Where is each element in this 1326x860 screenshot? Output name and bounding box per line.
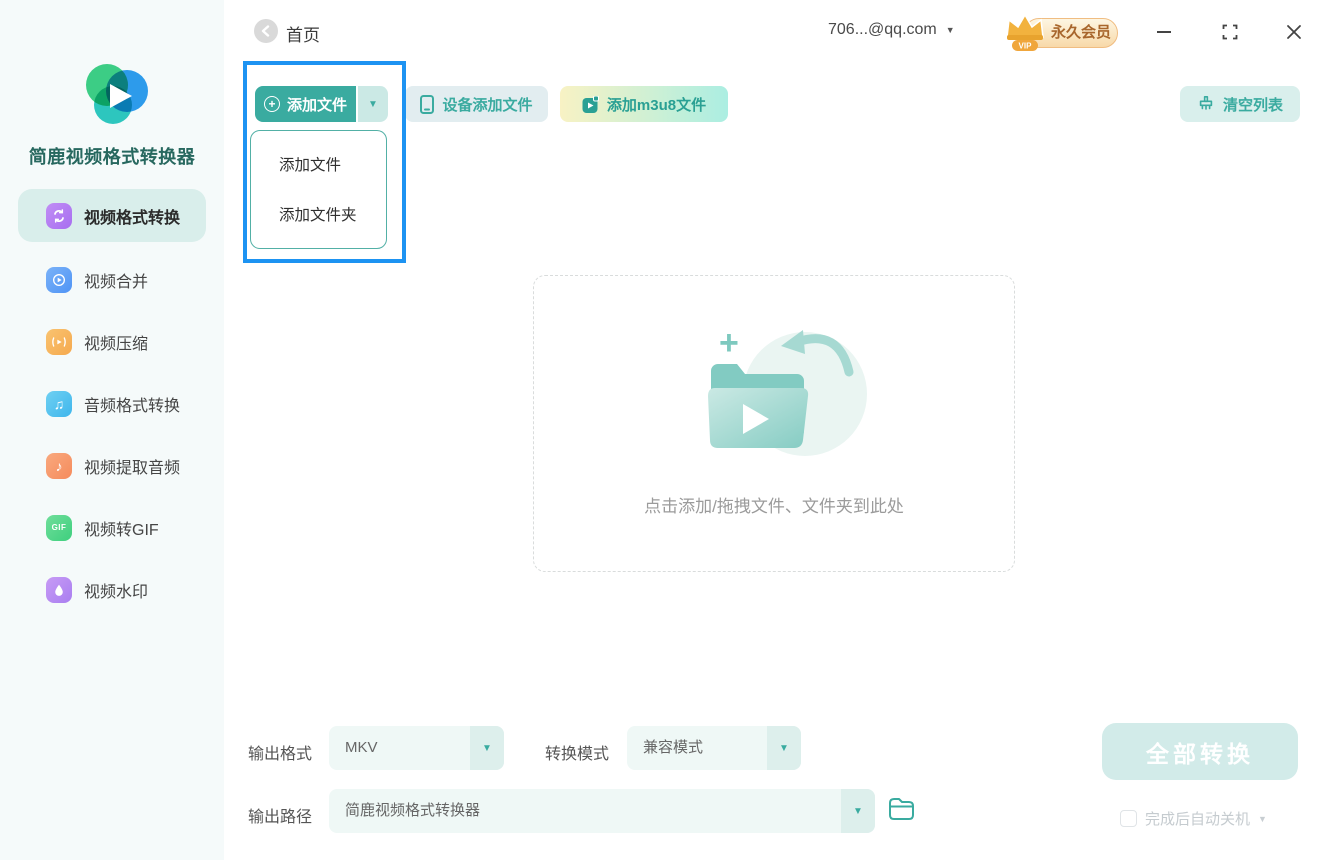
sidebar-item-label: 音频格式转换 [84,397,181,415]
sidebar-item-label: 视频格式转换 [84,209,181,227]
maximize-button[interactable] [1218,20,1242,44]
add-file-button[interactable]: + 添加文件 [255,86,356,122]
output-format-select[interactable]: MKV ▼ [329,726,504,770]
sidebar-item-video-extract-audio[interactable]: ♪ 视频提取音频 [18,439,206,492]
convert-all-button[interactable]: 全部转换 [1102,723,1298,780]
sidebar-item-audio-format-convert[interactable]: ♫ 音频格式转换 [18,377,206,430]
account-menu[interactable]: 706...@qq.com ▼ [828,21,988,39]
crown-icon: VIP [1006,13,1044,51]
video-merge-icon [46,266,72,293]
video-extract-audio-icon: ♪ [46,452,72,479]
arrow-left-icon [261,25,270,37]
video-to-gif-icon: GIF [46,514,72,541]
sidebar: 简鹿视频格式转换器 视频格式转换 视频合并 视频压缩 ♫ 音频格式转换 ♪ 视频… [0,0,224,860]
folder-illustration-icon: + [701,324,867,456]
sidebar-item-video-watermark[interactable]: 视频水印 [18,563,206,616]
auto-shutdown-label: 完成后自动关机 [1145,811,1251,828]
device-add-file-button[interactable]: 设备添加文件 [405,86,548,122]
sidebar-item-video-to-gif[interactable]: GIF 视频转GIF [18,501,206,554]
output-format-value: MKV [345,739,378,756]
sidebar-item-video-compress[interactable]: 视频压缩 [18,315,206,368]
close-icon [1287,25,1301,39]
browse-folder-button[interactable] [888,797,915,825]
convert-mode-label: 转换模式 [545,746,610,763]
add-m3u8-label: 添加m3u8文件 [606,96,707,114]
chevron-down-icon: ▼ [767,726,801,770]
chevron-down-icon: ▼ [368,98,378,110]
menu-item-add-folder[interactable]: 添加文件夹 [279,201,357,231]
close-button[interactable] [1282,20,1306,44]
convert-mode-value: 兼容模式 [643,739,704,756]
main-area: 首页 706...@qq.com ▼ 永久会员 VIP + 添加文件 ▼ 设备添… [224,0,1326,860]
app-logo-icon [84,62,148,126]
app-title: 简鹿视频格式转换器 [28,147,196,167]
device-add-file-label: 设备添加文件 [442,96,533,114]
folder-icon [889,798,914,820]
video-file-icon [582,95,599,113]
minimize-button[interactable] [1152,20,1176,44]
phone-icon [420,94,435,114]
plus-icon: + [263,96,280,112]
sidebar-item-video-format-convert[interactable]: 视频格式转换 [18,189,206,242]
video-format-convert-icon [46,202,72,229]
sidebar-item-label: 视频压缩 [84,335,149,353]
minimize-icon [1157,31,1171,33]
sidebar-item-label: 视频提取音频 [84,459,181,477]
add-file-dropdown-menu: 添加文件 添加文件夹 [250,130,387,249]
chevron-down-icon: ▼ [841,789,875,833]
clear-list-label: 清空列表 [1222,96,1283,114]
auto-shutdown-control[interactable]: 完成后自动关机 ▼ [1120,808,1267,829]
video-watermark-icon [46,576,72,603]
chevron-down-icon: ▼ [945,25,955,35]
add-m3u8-button[interactable]: 添加m3u8文件 [560,86,728,122]
broom-icon [1199,95,1213,110]
sidebar-item-label: 视频合并 [84,273,149,291]
audio-format-convert-icon: ♫ [46,390,72,417]
sidebar-item-label: 视频转GIF [84,521,159,539]
convert-all-label: 全部转换 [1146,740,1254,767]
sidebar-item-video-merge[interactable]: 视频合并 [18,253,206,306]
output-format-label: 输出格式 [248,746,313,763]
back-button[interactable] [254,19,278,43]
add-file-dropdown-toggle[interactable]: ▼ [358,86,388,122]
vip-badge[interactable]: 永久会员 VIP [1000,10,1120,54]
output-path-value: 简鹿视频格式转换器 [345,802,481,819]
file-drop-zone[interactable]: + 点击添加/拖拽文件、文件夹到此处 [533,275,1015,572]
chevron-down-icon: ▼ [470,726,504,770]
svg-text:VIP: VIP [1019,42,1033,51]
video-compress-icon [46,328,72,355]
maximize-icon [1222,24,1238,40]
account-email: 706...@qq.com [828,21,937,38]
auto-shutdown-checkbox[interactable] [1120,810,1137,827]
clear-list-button[interactable]: 清空列表 [1180,86,1300,122]
output-path-label: 输出路径 [248,809,313,826]
add-file-label: 添加文件 [286,96,347,114]
sidebar-item-label: 视频水印 [84,583,149,601]
chevron-down-icon: ▼ [1258,813,1267,824]
drop-zone-hint: 点击添加/拖拽文件、文件夹到此处 [644,497,904,516]
convert-mode-select[interactable]: 兼容模式 ▼ [627,726,801,770]
output-path-select[interactable]: 简鹿视频格式转换器 ▼ [329,789,875,833]
menu-item-add-file[interactable]: 添加文件 [279,151,341,181]
page-title: 首页 [286,26,320,45]
svg-text:+: + [719,324,739,362]
